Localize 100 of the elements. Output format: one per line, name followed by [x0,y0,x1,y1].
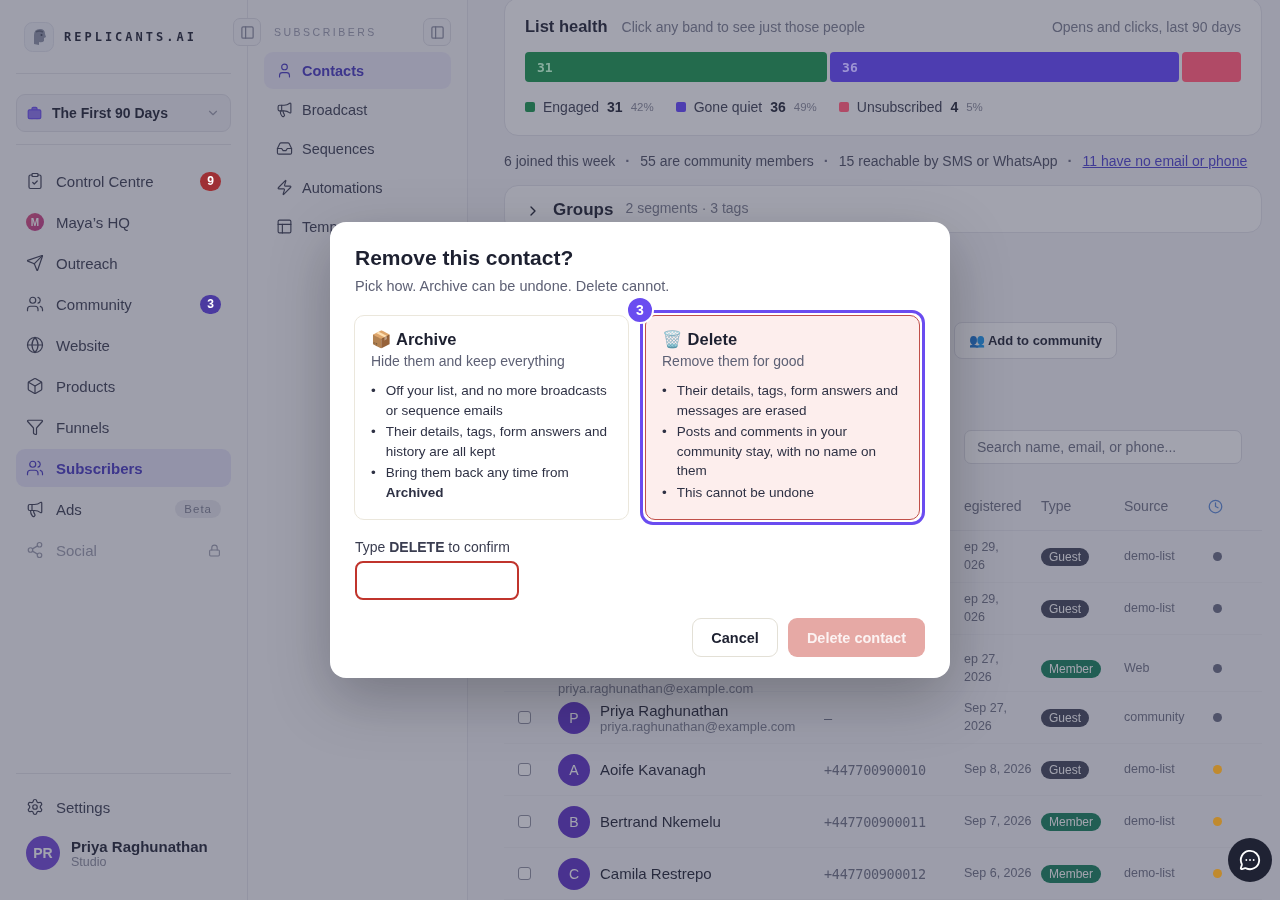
contact-name: Priya Raghunathan [600,701,730,719]
type-tag: Guest [1041,760,1089,779]
row-checkbox[interactable] [518,763,531,776]
send-icon [26,254,44,272]
legend-share: 42% [630,101,654,113]
user-icon [276,62,293,79]
workspace-select[interactable]: The First 90 Days [16,94,231,132]
bullet-mark: • [662,382,667,400]
period-label: Opens and clicks, last 90 days [1051,19,1241,35]
briefcase-icon [27,105,42,121]
dialog-title: Remove this contact? [355,246,575,270]
bullet-mark: • [662,423,667,441]
bullet-mark: • [371,423,376,441]
sidebar-toggle-icon[interactable] [233,18,261,46]
bullet-mark: • [371,382,376,400]
filter-icon [26,418,44,436]
separator-dot: · [1067,152,1073,169]
registered-date: ep 29, 026 [964,539,1000,574]
nav-item[interactable]: Outreach [16,244,231,282]
contact-phone: – [824,709,833,726]
chat-icon[interactable] [1228,838,1272,882]
row-checkbox[interactable] [518,815,531,828]
stat-text: 6 joined this week [504,152,616,169]
nav-item[interactable]: Control Centre 9 [16,162,231,200]
contact-phone: +447700900011 [824,813,927,830]
row-checkbox[interactable] [518,867,531,880]
contact-avatar: A [558,753,590,786]
cancel-button[interactable]: Cancel [692,618,778,657]
card-hint: Click any band to see just those people [621,19,866,35]
contact-name: Aoife Kavanagh [600,761,706,778]
globe-icon [26,336,44,354]
legend-label: Unsubscribed [856,99,943,115]
groups-title: Groups [553,200,614,220]
subnav-item[interactable]: Contacts [264,52,451,89]
dialog-subtitle: Pick how. Archive can be undone. Delete cannot. [355,278,671,294]
users-icon [26,295,44,313]
clipboard-check-icon [26,172,44,190]
option-title: 📦 Archive [371,330,458,349]
lock-icon [208,543,221,557]
legend-label: Gone quiet [693,99,763,115]
bullet-mark: • [371,464,376,482]
user-avatar[interactable]: PR [26,836,60,870]
subnav-item[interactable]: Automations [264,169,451,206]
brand-name: REPLICANTS.AI [64,29,197,44]
legend-share: 49% [793,101,817,113]
megaphone-icon [276,101,293,118]
type-tag: Guest [1041,599,1089,618]
contact-avatar: C [558,857,590,890]
source-text: community [1124,708,1186,726]
registered-date: Sep 27, 2026 [964,700,1009,735]
subnav-item[interactable]: Sequences [264,130,451,167]
column-header: Source [1124,498,1170,515]
search-field[interactable]: Search name, email, or phone... [964,429,1242,464]
nav-item[interactable]: Community 3 [16,285,231,323]
source-text: Web [1124,660,1151,678]
clock-icon [1208,498,1223,514]
type-tag: Guest [1041,547,1089,566]
user-name: Priya Raghunathan [71,837,208,855]
nav-item[interactable]: Ads Beta [16,490,231,528]
contact-name: Bertrand Nkemelu [600,813,721,830]
legend-share: 5% [966,101,983,113]
nav-item[interactable]: Website [16,326,231,364]
users-icon [26,459,44,477]
confirm-label: Type DELETE to confirm [355,539,511,555]
separator-dot: · [625,152,631,169]
add-to-community-button[interactable]: 👥 Add to community [953,321,1117,359]
contact-phone: +447700900012 [824,865,927,882]
workspace-avatar: M [26,213,44,231]
row-checkbox[interactable] [518,711,531,724]
type-tag: Guest [1041,708,1089,727]
health-band[interactable]: 36 [830,52,1179,82]
source-text: demo-list [1124,600,1176,618]
registered-date: ep 27, 2026 [964,651,1000,686]
nav-item[interactable]: Funnels [16,408,231,446]
column-header: egistered [964,498,1023,515]
nav-item[interactable]: Settings [16,788,231,826]
source-text: demo-list [1124,760,1176,778]
layout-icon [276,218,293,235]
option-point: This cannot be undone [676,483,815,502]
beta-tag: Beta [175,500,221,518]
panel-toggle-icon[interactable] [423,18,451,46]
groups-meta: 2 segments · 3 tags [625,200,749,216]
nav-item[interactable]: M Maya’s HQ [16,203,231,241]
column-header: Type [1041,498,1073,515]
stat-text: 55 are community members [640,152,814,169]
option-point: Their details, tags, form answers and history are all kept [385,423,609,461]
stat-link[interactable]: 11 have no email or phone [1082,152,1248,169]
card-title: List health [525,17,608,36]
registered-date: ep 29, 026 [964,591,1000,626]
confirm-field[interactable] [355,561,519,600]
separator-dot: · [823,152,829,169]
nav-item[interactable]: Subscribers [16,449,231,487]
source-text: demo-list [1124,548,1176,566]
contact-avatar: B [558,805,590,838]
health-band[interactable]: 31 [525,52,828,82]
nav-item[interactable]: Products [16,367,231,405]
option-title: 🗑 Delete [662,330,739,349]
registered-date: Sep 6, 2026 [964,864,1033,882]
subnav-item[interactable]: Broadcast [264,91,451,128]
box-icon [26,377,44,395]
